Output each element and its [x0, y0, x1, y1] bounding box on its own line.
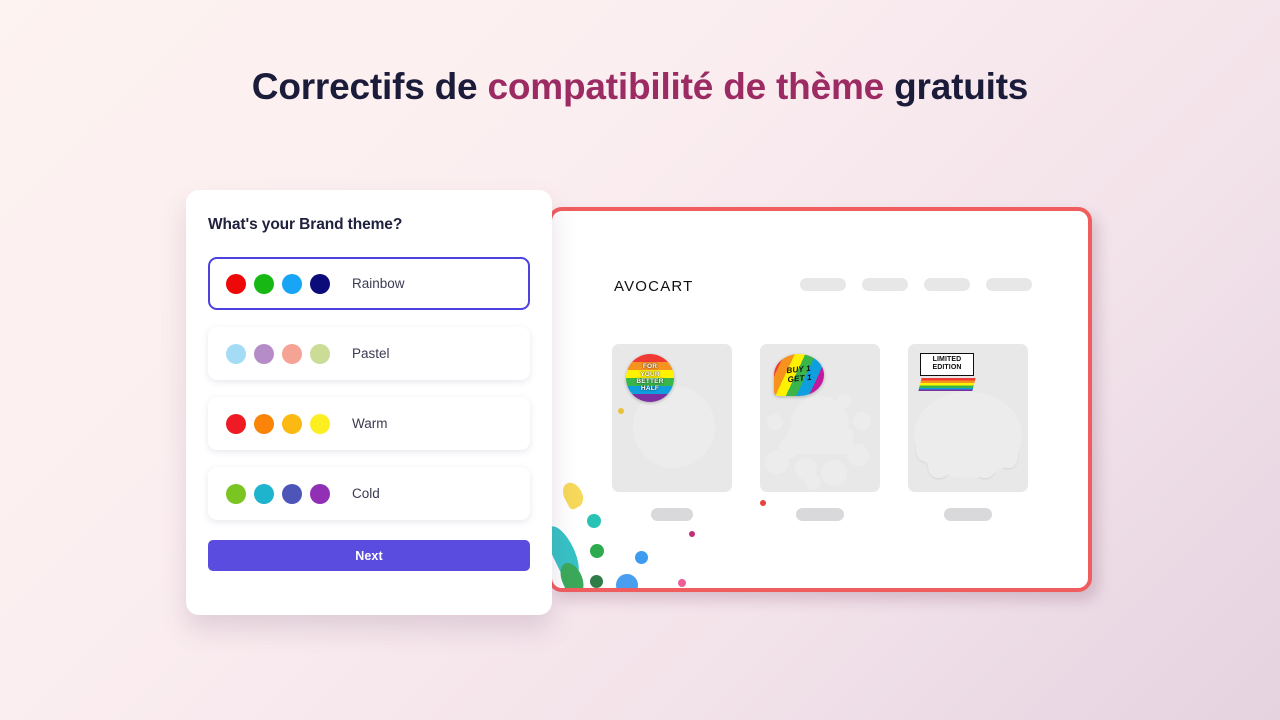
color-swatches — [226, 413, 330, 434]
color-swatches — [226, 483, 330, 504]
panel-title: What's your Brand theme? — [208, 216, 403, 233]
color-swatches — [226, 273, 330, 294]
color-swatch — [310, 483, 330, 504]
theme-option-label: Pastel — [352, 346, 390, 361]
confetti-dot — [678, 579, 686, 587]
confetti-petal — [558, 479, 588, 511]
confetti-dot — [689, 531, 695, 537]
product-title-placeholder — [796, 508, 844, 521]
color-swatch — [254, 483, 274, 504]
confetti-dot — [635, 551, 648, 564]
confetti-dot — [590, 575, 603, 588]
next-button[interactable]: Next — [208, 540, 530, 571]
product-grid: FOR YOUR BETTER HALF BUY 1 GET 1 LIMITED… — [612, 344, 1028, 521]
color-swatch — [310, 273, 330, 294]
theme-option-warm[interactable]: Warm — [208, 397, 530, 450]
badge-buy-1-get-1: BUY 1 GET 1 — [774, 354, 824, 396]
nav-pill-placeholder[interactable] — [924, 277, 970, 291]
nav-pill-placeholder[interactable] — [862, 277, 908, 291]
product-title-placeholder — [651, 508, 693, 521]
color-swatch — [226, 273, 246, 294]
page-title: Correctifs de compatibilité de thème gra… — [0, 66, 1280, 108]
badge-line: FOR — [642, 363, 658, 371]
color-swatch — [226, 413, 246, 434]
rainbow-stripes-icon — [918, 377, 976, 391]
product-image-bread: FOR YOUR BETTER HALF — [612, 344, 732, 492]
store-brand-logo: Avocart — [614, 271, 694, 296]
burger-illustration — [765, 388, 875, 492]
badge-line: GET 1 — [786, 372, 812, 385]
product-card[interactable]: FOR YOUR BETTER HALF — [612, 344, 732, 521]
badge-line: HALF — [640, 385, 660, 393]
theme-option-label: Cold — [352, 486, 380, 501]
theme-option-list: Rainbow Pastel Warm Cold — [208, 257, 530, 520]
nav-pill-placeholder[interactable] — [986, 277, 1032, 291]
headline-suffix: gratuits — [884, 66, 1029, 107]
theme-option-label: Rainbow — [352, 276, 405, 291]
confetti-petal — [612, 570, 642, 588]
store-header: Avocart — [614, 271, 1032, 297]
theme-option-label: Warm — [352, 416, 388, 431]
color-swatch — [226, 483, 246, 504]
headline-prefix: Correctifs de — [251, 66, 488, 107]
eggs-basket-illustration — [914, 392, 1022, 478]
badge-for-your-better-half: FOR YOUR BETTER HALF — [626, 354, 674, 402]
color-swatch — [226, 343, 246, 364]
color-swatch — [282, 483, 302, 504]
color-swatch — [254, 343, 274, 364]
theme-option-cold[interactable]: Cold — [208, 467, 530, 520]
badge-line: LIMITED — [932, 356, 962, 363]
nav-pill-placeholder[interactable] — [800, 277, 846, 291]
color-swatch — [254, 273, 274, 294]
badge-line: EDITION — [932, 363, 962, 371]
store-nav — [800, 277, 1032, 291]
color-swatches — [226, 343, 330, 364]
product-card[interactable]: BUY 1 GET 1 — [760, 344, 880, 521]
confetti-petal — [552, 522, 586, 582]
badge-line: YOUR — [640, 370, 660, 378]
badge-limited-edition: LIMITED EDITION — [918, 353, 976, 391]
brand-theme-panel: What's your Brand theme? Rainbow Pastel Wa… — [186, 190, 552, 615]
color-swatch — [282, 343, 302, 364]
color-swatch — [282, 413, 302, 434]
product-card[interactable]: LIMITED EDITION — [908, 344, 1028, 521]
color-swatch — [282, 273, 302, 294]
color-swatch — [310, 413, 330, 434]
product-image-burger: BUY 1 GET 1 — [760, 344, 880, 492]
store-preview-frame: Avocart FOR YOUR BETTER HALF — [548, 207, 1092, 592]
headline-accent: compatibilité de thème — [487, 66, 885, 107]
color-swatch — [254, 413, 274, 434]
confetti-petal — [555, 559, 589, 588]
confetti-dot — [587, 514, 601, 528]
product-title-placeholder — [944, 508, 992, 521]
theme-option-pastel[interactable]: Pastel — [208, 327, 530, 380]
color-swatch — [310, 343, 330, 364]
theme-option-rainbow[interactable]: Rainbow — [208, 257, 530, 310]
product-image-eggs: LIMITED EDITION — [908, 344, 1028, 492]
confetti-dot — [590, 544, 604, 558]
